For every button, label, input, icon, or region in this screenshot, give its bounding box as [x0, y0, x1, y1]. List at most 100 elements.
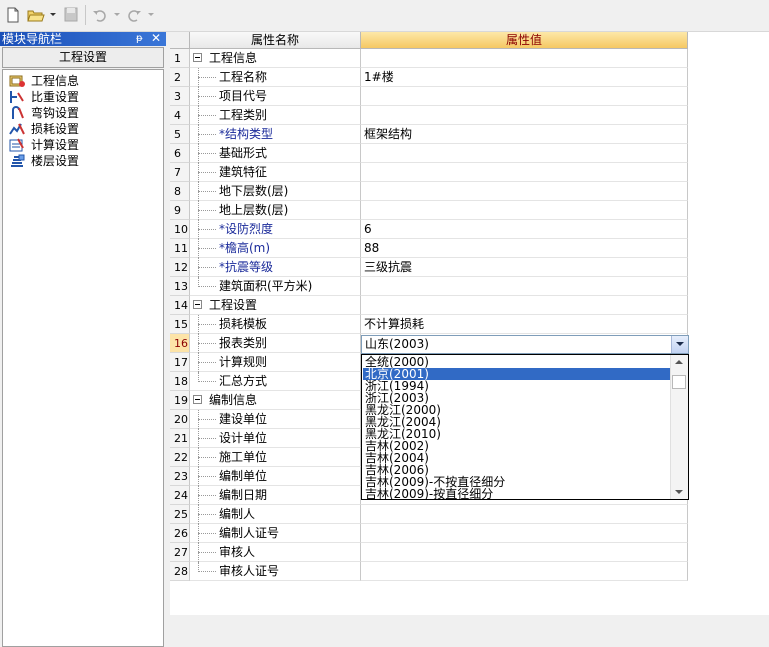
property-name-cell[interactable]: 编制人 [190, 505, 361, 524]
row-number[interactable]: 18 [170, 372, 190, 391]
property-name-cell[interactable]: 设计单位 [190, 429, 361, 448]
open-dropdown-arrow-icon[interactable] [50, 13, 56, 16]
property-name-cell[interactable]: *檐高(m) [190, 239, 361, 258]
row-number[interactable]: 3 [170, 87, 190, 106]
row-number[interactable]: 1 [170, 49, 190, 68]
property-value-cell[interactable] [361, 106, 688, 125]
scroll-thumb[interactable] [672, 375, 686, 389]
property-name-cell[interactable]: 工程设置 [190, 296, 361, 315]
grid-row[interactable]: 13 建筑面积(平方米) [170, 277, 689, 296]
property-value-cell[interactable]: 6 [361, 220, 688, 239]
property-value-cell[interactable] [361, 524, 688, 543]
row-number[interactable]: 17 [170, 353, 190, 372]
row-number[interactable]: 10 [170, 220, 190, 239]
property-name-cell[interactable]: 建筑面积(平方米) [190, 277, 361, 296]
property-value-cell[interactable] [361, 505, 688, 524]
collapse-icon[interactable] [193, 300, 202, 309]
grid-row[interactable]: 5 *结构类型 框架结构 [170, 125, 689, 144]
property-name-cell[interactable]: 地上层数(层) [190, 201, 361, 220]
property-name-cell[interactable]: 报表类别 [190, 334, 361, 353]
row-number[interactable]: 5 [170, 125, 190, 144]
row-number[interactable]: 21 [170, 429, 190, 448]
grid-row[interactable]: 3 项目代号 [170, 87, 689, 106]
grid-row[interactable]: 27 审核人 [170, 543, 689, 562]
row-number[interactable]: 20 [170, 410, 190, 429]
property-name-cell[interactable]: 编制信息 [190, 391, 361, 410]
property-value-cell[interactable] [361, 87, 688, 106]
row-number[interactable]: 23 [170, 467, 190, 486]
grid-row[interactable]: 10 *设防烈度 6 [170, 220, 689, 239]
chevron-down-icon[interactable] [671, 336, 688, 353]
property-value-cell[interactable] [361, 201, 688, 220]
property-value-cell[interactable] [361, 144, 688, 163]
property-name-cell[interactable]: 工程信息 [190, 49, 361, 68]
report-type-combobox[interactable]: 山东(2003) [361, 335, 689, 354]
property-value-cell[interactable] [361, 296, 688, 315]
property-value-cell[interactable] [361, 543, 688, 562]
grid-row[interactable]: 9 地上层数(层) [170, 201, 689, 220]
property-name-cell[interactable]: 建设单位 [190, 410, 361, 429]
grid-row[interactable]: 6 基础形式 [170, 144, 689, 163]
row-number[interactable]: 19 [170, 391, 190, 410]
property-value-cell[interactable] [361, 277, 688, 296]
property-value-cell[interactable]: 88 [361, 239, 688, 258]
row-number[interactable]: 25 [170, 505, 190, 524]
row-number[interactable]: 9 [170, 201, 190, 220]
dropdown-option[interactable]: 吉林(2009)-按直径细分 [363, 488, 670, 499]
property-value-cell[interactable]: 不计算损耗 [361, 315, 688, 334]
grid-row[interactable]: 12 *抗震等级 三级抗震 [170, 258, 689, 277]
grid-row[interactable]: 28 审核人证号 [170, 562, 689, 581]
grid-row[interactable]: 15 损耗模板 不计算损耗 [170, 315, 689, 334]
property-value-cell[interactable] [361, 182, 688, 201]
row-number[interactable]: 6 [170, 144, 190, 163]
property-value-cell[interactable]: 1#楼 [361, 68, 688, 87]
grid-row[interactable]: 25 编制人 [170, 505, 689, 524]
row-number[interactable]: 22 [170, 448, 190, 467]
report-type-dropdown-list[interactable]: 全统(2000) 北京(2001) 浙江(1994) 浙江(2003) 黑龙江(2000… [361, 354, 689, 500]
property-name-cell[interactable]: 工程名称 [190, 68, 361, 87]
property-name-cell[interactable]: *结构类型 [190, 125, 361, 144]
grid-row[interactable]: 14 工程设置 [170, 296, 689, 315]
row-number[interactable]: 4 [170, 106, 190, 125]
property-name-cell[interactable]: 编制人证号 [190, 524, 361, 543]
property-value-cell[interactable]: 三级抗震 [361, 258, 688, 277]
grid-row[interactable]: 1 工程信息 [170, 49, 689, 68]
collapse-icon[interactable] [193, 395, 202, 404]
property-value-cell[interactable]: 框架结构 [361, 125, 688, 144]
property-name-cell[interactable]: 汇总方式 [190, 372, 361, 391]
row-number[interactable]: 12 [170, 258, 190, 277]
dropdown-scrollbar[interactable] [670, 355, 688, 499]
row-number[interactable]: 8 [170, 182, 190, 201]
row-number[interactable]: 28 [170, 562, 190, 581]
property-name-cell[interactable]: 审核人 [190, 543, 361, 562]
property-name-cell[interactable]: 编制日期 [190, 486, 361, 505]
row-number[interactable]: 7 [170, 163, 190, 182]
open-folder-icon[interactable] [27, 6, 45, 24]
new-file-icon[interactable] [5, 6, 21, 24]
row-number[interactable]: 2 [170, 68, 190, 87]
scroll-up-icon[interactable] [675, 360, 683, 364]
row-number[interactable]: 26 [170, 524, 190, 543]
property-name-cell[interactable]: 编制单位 [190, 467, 361, 486]
property-name-cell[interactable]: 建筑特征 [190, 163, 361, 182]
grid-row[interactable]: 8 地下层数(层) [170, 182, 689, 201]
property-name-cell[interactable]: *抗震等级 [190, 258, 361, 277]
row-number[interactable]: 14 [170, 296, 190, 315]
property-name-cell[interactable]: 项目代号 [190, 87, 361, 106]
property-name-cell[interactable]: *设防烈度 [190, 220, 361, 239]
property-value-cell[interactable] [361, 562, 688, 581]
row-number[interactable]: 16 [170, 334, 190, 353]
property-name-cell[interactable]: 地下层数(层) [190, 182, 361, 201]
property-name-cell[interactable]: 损耗模板 [190, 315, 361, 334]
property-name-cell[interactable]: 基础形式 [190, 144, 361, 163]
row-number[interactable]: 13 [170, 277, 190, 296]
grid-row[interactable]: 11 *檐高(m) 88 [170, 239, 689, 258]
grid-row[interactable]: 26 编制人证号 [170, 524, 689, 543]
column-header-property-value[interactable]: 属性值 [361, 32, 688, 49]
property-name-cell[interactable]: 审核人证号 [190, 562, 361, 581]
row-number[interactable]: 11 [170, 239, 190, 258]
close-icon[interactable]: ✕ [151, 31, 161, 45]
report-type-value[interactable]: 山东(2003) [365, 336, 429, 353]
column-header-property-name[interactable]: 属性名称 [190, 32, 361, 49]
collapse-icon[interactable] [193, 53, 202, 62]
